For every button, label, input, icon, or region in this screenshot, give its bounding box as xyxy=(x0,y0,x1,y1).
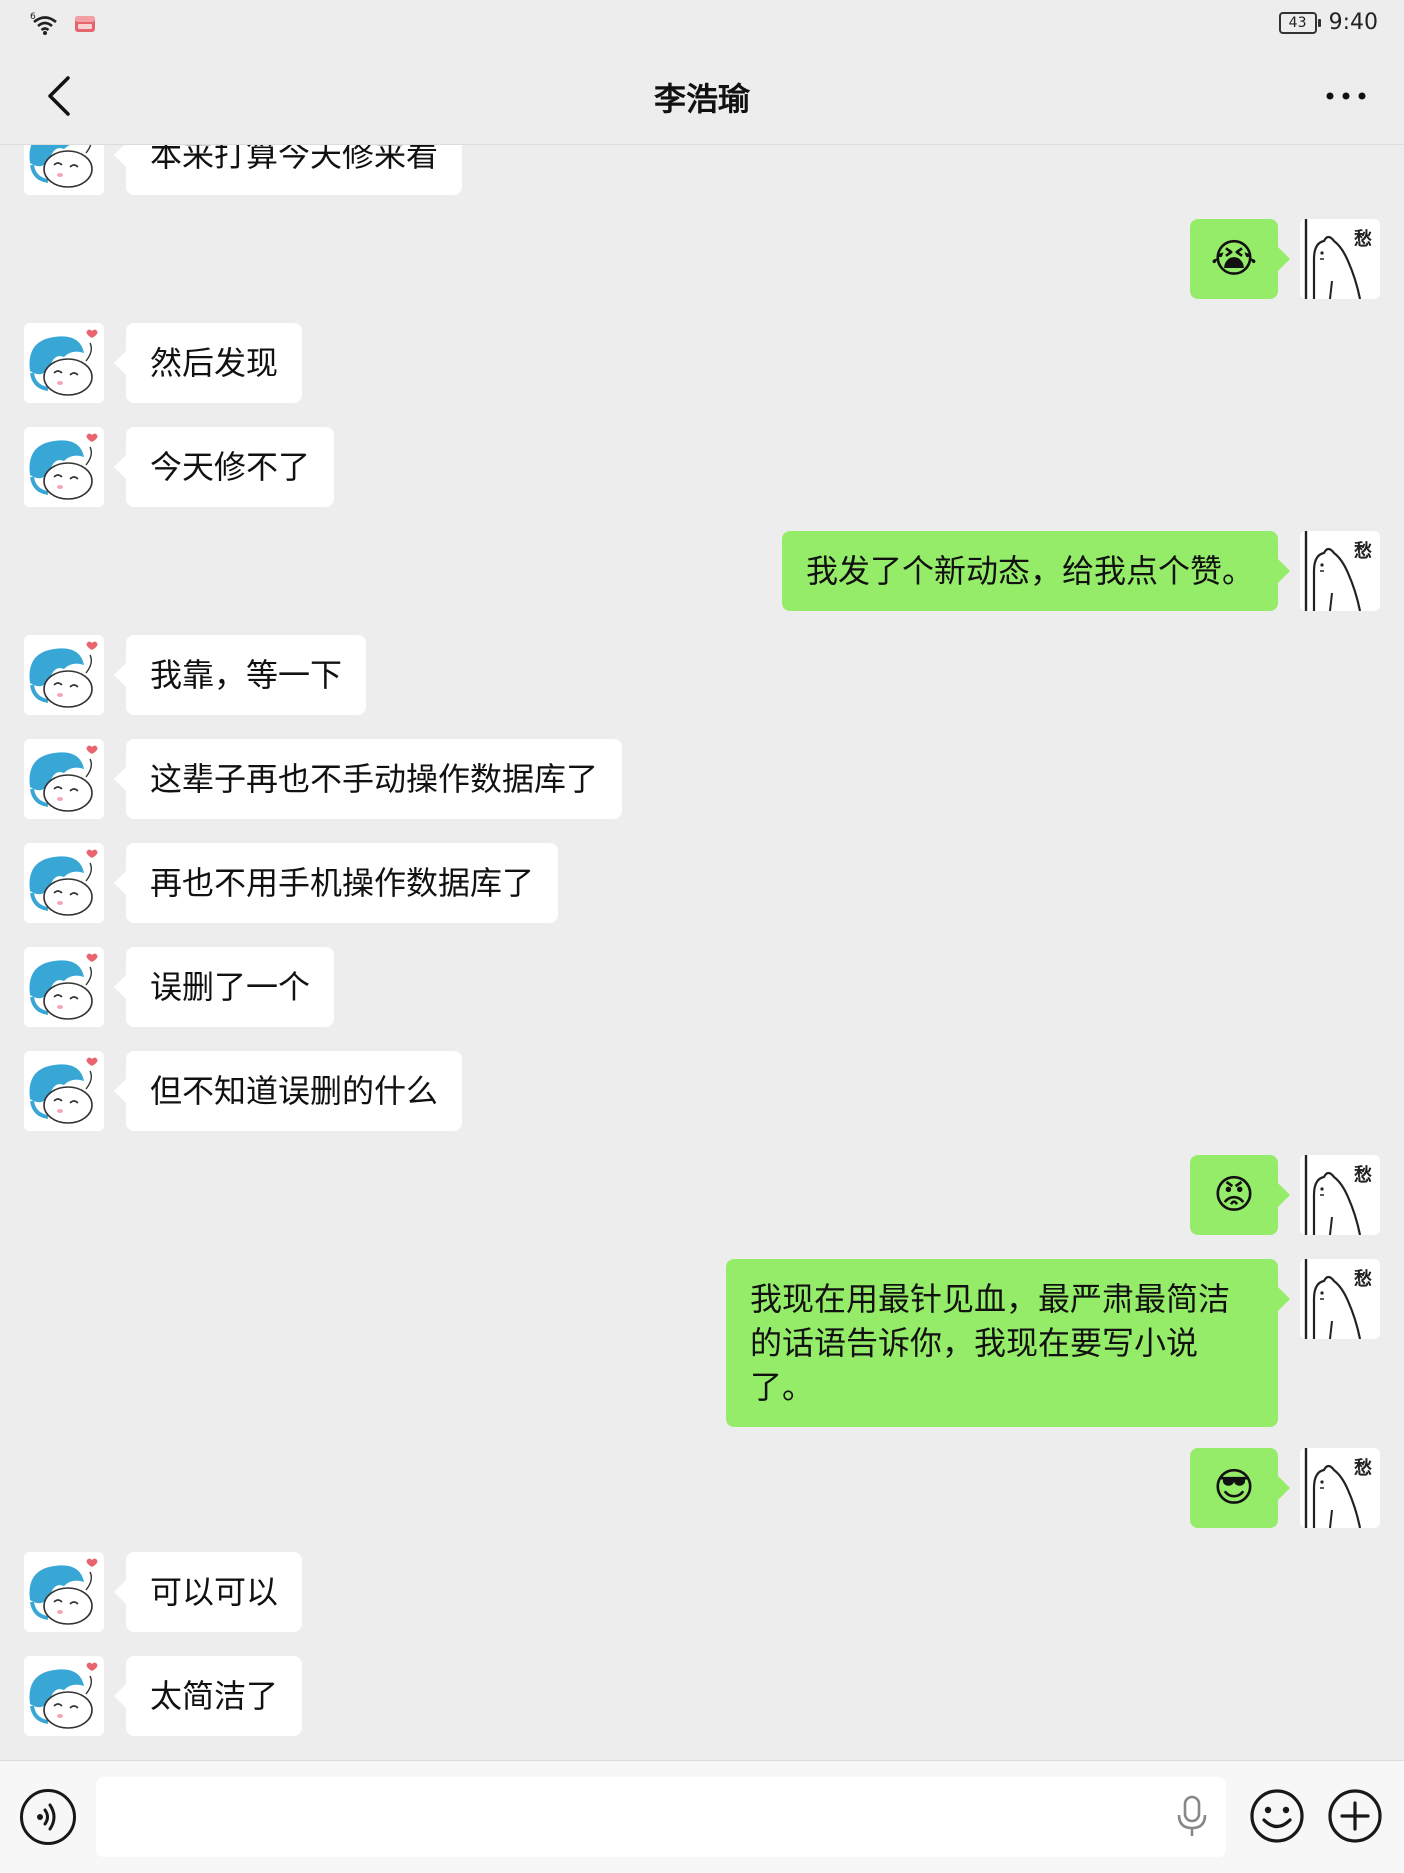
received-message: 我靠，等一下 xyxy=(24,635,367,715)
message-bubble[interactable]: 误删了一个 xyxy=(113,947,335,1027)
message-bubble[interactable]: 可以可以 xyxy=(113,1552,303,1632)
self-avatar[interactable]: 愁 xyxy=(1300,531,1380,611)
status-left: 6 xyxy=(30,10,96,36)
mic-icon[interactable] xyxy=(1174,1795,1210,1839)
self-avatar-caption: 愁 xyxy=(1354,1165,1372,1186)
voice-icon xyxy=(37,1803,56,1831)
contact-avatar[interactable] xyxy=(24,843,104,923)
status-bar: 6 43 9:40 xyxy=(0,0,1404,48)
contact-avatar[interactable] xyxy=(24,947,104,1027)
message-bubble[interactable]: 我现在用最针见血，最严肃最简洁的话语告诉你，我现在要写小说了。 xyxy=(726,1259,1290,1427)
contact-avatar[interactable] xyxy=(24,635,104,715)
message-list[interactable]: 本来打算今天修来看愁 😭 然后发现 今天修不了愁我发了个新动态，给我点个赞。 我靠，等一… xyxy=(0,145,1404,1760)
input-bar xyxy=(0,1760,1404,1873)
message-bubble[interactable]: 再也不用手机操作数据库了 xyxy=(113,843,559,923)
self-avatar-caption: 愁 xyxy=(1354,541,1372,562)
emoji-message-bubble[interactable]: 😭 xyxy=(1190,219,1290,299)
self-avatar-caption: 愁 xyxy=(1354,1458,1372,1479)
self-avatar[interactable]: 愁 xyxy=(1300,219,1380,299)
received-message: 然后发现 xyxy=(24,323,303,403)
sent-message: 愁 我现在用最针见血，最严肃最简洁的话语告诉你，我现在要写小说了。 xyxy=(726,1259,1380,1427)
contact-avatar[interactable] xyxy=(24,1656,104,1736)
received-message: 太简洁了 xyxy=(24,1656,303,1736)
received-message: 可以可以 xyxy=(24,1552,303,1632)
received-message: 这辈子再也不手动操作数据库了 xyxy=(24,739,623,819)
message-bubble[interactable]: 但不知道误删的什么 xyxy=(113,1051,463,1131)
self-avatar[interactable]: 愁 xyxy=(1300,1155,1380,1235)
chat-title: 李浩瑜 xyxy=(653,80,750,118)
contact-avatar[interactable] xyxy=(24,145,104,195)
received-message: 误删了一个 xyxy=(24,947,335,1027)
received-message: 今天修不了 xyxy=(24,427,335,507)
message-bubble[interactable]: 然后发现 xyxy=(113,323,303,403)
received-message: 但不知道误删的什么 xyxy=(24,1051,463,1131)
contact-avatar[interactable] xyxy=(24,739,104,819)
self-avatar-caption: 愁 xyxy=(1354,229,1372,250)
contact-avatar[interactable] xyxy=(24,1552,104,1632)
message-bubble[interactable]: 今天修不了 xyxy=(113,427,335,507)
contact-avatar[interactable] xyxy=(24,1051,104,1131)
emoji-message-bubble[interactable]: 😎 xyxy=(1190,1448,1290,1528)
received-message: 本来打算今天修来看 xyxy=(24,145,463,195)
emoji-icon[interactable] xyxy=(1248,1787,1306,1845)
battery-icon: 43 xyxy=(1278,11,1321,34)
clock-time: 9:40 xyxy=(1328,10,1378,35)
message-bubble[interactable]: 我靠，等一下 xyxy=(113,635,367,715)
message-bubble[interactable]: 本来打算今天修来看 xyxy=(113,145,463,195)
message-bubble[interactable]: 太简洁了 xyxy=(113,1656,303,1736)
self-avatar[interactable]: 愁 xyxy=(1300,1259,1380,1339)
status-right: 43 9:40 xyxy=(1278,10,1378,35)
sent-message: 愁 😭 xyxy=(1190,219,1380,299)
contact-avatar[interactable] xyxy=(24,323,104,403)
self-avatar-caption: 愁 xyxy=(1354,1269,1372,1290)
message-bubble[interactable]: 我发了个新动态，给我点个赞。 xyxy=(781,531,1291,611)
sent-message: 愁 我发了个新动态，给我点个赞。 xyxy=(781,531,1380,611)
chat-header: 李浩瑜 xyxy=(0,48,1404,145)
emoji-message-bubble[interactable]: 😡 xyxy=(1190,1155,1290,1235)
received-message: 再也不用手机操作数据库了 xyxy=(24,843,559,923)
contact-avatar[interactable] xyxy=(24,427,104,507)
more-options-icon[interactable] xyxy=(1322,82,1370,110)
message-input[interactable] xyxy=(96,1777,1226,1857)
sent-message: 愁 😡 xyxy=(1190,1155,1380,1235)
self-avatar[interactable]: 愁 xyxy=(1300,1448,1380,1528)
plus-icon[interactable] xyxy=(1326,1787,1384,1845)
wifi-icon: 6 xyxy=(30,12,57,35)
message-bubble[interactable]: 这辈子再也不手动操作数据库了 xyxy=(113,739,623,819)
voice-input-button[interactable] xyxy=(20,1789,76,1845)
sent-message: 愁 😎 xyxy=(1190,1448,1380,1528)
notification-app-icon xyxy=(75,16,95,32)
